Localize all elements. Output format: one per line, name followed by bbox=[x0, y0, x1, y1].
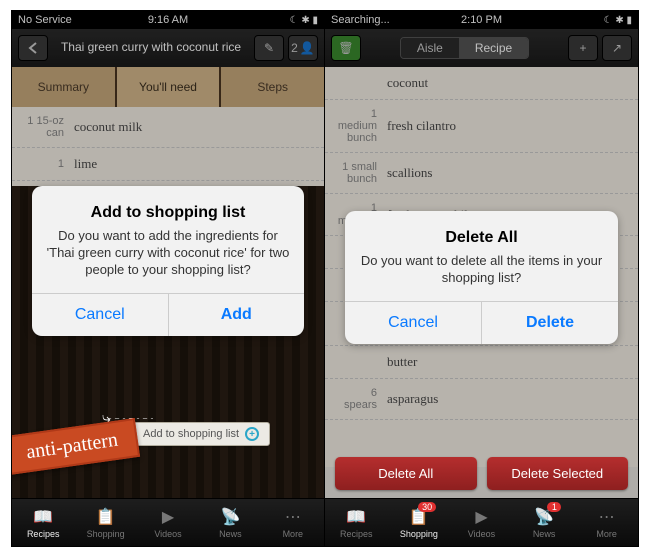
add-shopping-pill[interactable]: Add to shopping list + bbox=[132, 422, 270, 446]
video-icon: ▶ bbox=[470, 507, 492, 527]
delete-all-button[interactable]: Delete All bbox=[335, 457, 477, 490]
tab-videos[interactable]: ▶Videos bbox=[450, 499, 513, 546]
alert-dialog: Delete All Do you want to delete all the… bbox=[345, 211, 618, 344]
two-phone-comparison: No Service 9:16 AM ☾ ✱ ▮ Thai green curr… bbox=[11, 10, 639, 547]
add-button[interactable]: Add bbox=[168, 294, 305, 336]
alert-title: Add to shopping list bbox=[46, 204, 290, 222]
tab-bar: 📖Recipes 📋Shopping30 ▶Videos 📡News1 ⋯Mor… bbox=[325, 498, 638, 546]
alert-message: Do you want to delete all the items in y… bbox=[359, 253, 604, 287]
tab-news[interactable]: 📡News1 bbox=[513, 499, 576, 546]
tab-videos[interactable]: ▶Videos bbox=[137, 499, 199, 546]
tab-bar: 📖Recipes 📋Shopping ▶Videos 📡News ⋯More bbox=[12, 498, 324, 546]
delete-toolbar: Delete All Delete Selected bbox=[335, 457, 628, 490]
more-icon: ⋯ bbox=[596, 507, 618, 527]
tab-more[interactable]: ⋯More bbox=[575, 499, 638, 546]
tab-more[interactable]: ⋯More bbox=[262, 499, 324, 546]
tab-shopping[interactable]: 📋Shopping bbox=[74, 499, 136, 546]
phone-right: Searching... 2:10 PM ☾ ✱ ▮ 🗑 Aisle Recip… bbox=[325, 11, 638, 546]
book-icon: 📖 bbox=[32, 507, 54, 527]
delete-selected-button[interactable]: Delete Selected bbox=[487, 457, 629, 490]
phone-left: No Service 9:16 AM ☾ ✱ ▮ Thai green curr… bbox=[12, 11, 325, 546]
alert-dialog: Add to shopping list Do you want to add … bbox=[32, 186, 304, 336]
tab-recipes[interactable]: 📖Recipes bbox=[325, 499, 388, 546]
cancel-button[interactable]: Cancel bbox=[345, 302, 481, 344]
list-icon: 📋 bbox=[95, 507, 117, 527]
badge: 30 bbox=[418, 502, 436, 512]
cancel-button[interactable]: Cancel bbox=[32, 294, 168, 336]
rss-icon: 📡 bbox=[219, 507, 241, 527]
delete-button[interactable]: Delete bbox=[481, 302, 618, 344]
tab-shopping[interactable]: 📋Shopping30 bbox=[388, 499, 451, 546]
tab-recipes[interactable]: 📖Recipes bbox=[12, 499, 74, 546]
more-icon: ⋯ bbox=[282, 507, 304, 527]
plus-icon: + bbox=[245, 427, 259, 441]
badge: 1 bbox=[547, 502, 561, 512]
book-icon: 📖 bbox=[345, 507, 367, 527]
tab-news[interactable]: 📡News bbox=[199, 499, 261, 546]
alert-title: Delete All bbox=[359, 229, 604, 247]
video-icon: ▶ bbox=[157, 507, 179, 527]
alert-message: Do you want to add the ingredients for '… bbox=[46, 228, 290, 279]
